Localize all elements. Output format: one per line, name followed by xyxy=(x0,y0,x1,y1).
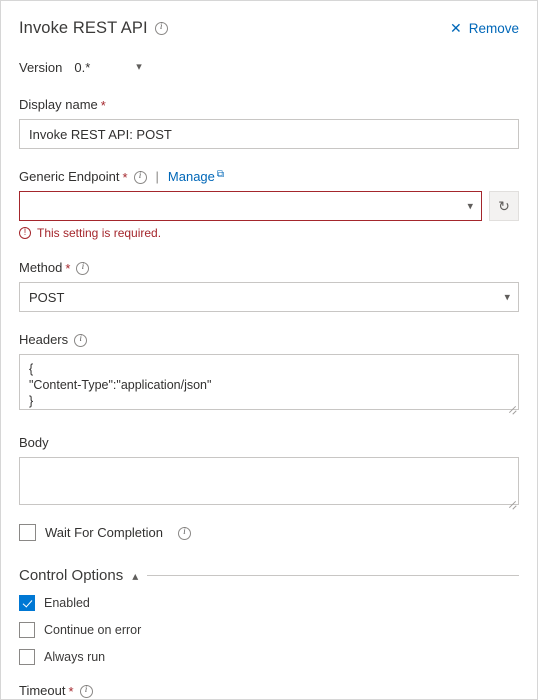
divider xyxy=(147,575,519,576)
method-label-row: Method * xyxy=(19,260,519,276)
manage-link[interactable]: Manage ⧉ xyxy=(168,169,224,185)
required-asterisk: * xyxy=(100,98,106,113)
title-group: Invoke REST API xyxy=(19,19,168,38)
refresh-icon: ↻ xyxy=(498,198,510,214)
method-value: POST xyxy=(29,289,65,305)
method-label: Method xyxy=(19,260,63,275)
headers-label: Headers xyxy=(19,332,69,347)
enabled-label: Enabled xyxy=(44,596,90,610)
generic-endpoint-label: Generic Endpoint xyxy=(19,169,120,184)
remove-button[interactable]: ✕ Remove xyxy=(450,21,519,36)
continue-on-error-checkbox[interactable] xyxy=(19,622,35,638)
version-value: 0.* xyxy=(74,59,91,75)
version-label: Version xyxy=(19,59,63,75)
wait-for-completion-label: Wait For Completion xyxy=(45,525,163,540)
chevron-up-icon[interactable]: ▴ xyxy=(132,570,138,582)
panel-header: Invoke REST API ✕ Remove xyxy=(19,15,519,41)
headers-textarea-wrap: { "Content-Type":"application/json" } xyxy=(19,354,519,415)
required-asterisk: * xyxy=(68,684,74,699)
wait-for-completion-checkbox[interactable] xyxy=(19,524,36,541)
control-options-title: Control Options xyxy=(19,567,124,584)
body-textarea[interactable] xyxy=(19,457,519,505)
headers-label-row: Headers xyxy=(19,332,519,348)
body-label-row: Body xyxy=(19,435,519,451)
external-link-icon: ⧉ xyxy=(216,169,225,180)
separator: | xyxy=(155,169,159,184)
control-options-header[interactable]: Control Options ▴ xyxy=(19,567,519,584)
display-name-field: Display name * xyxy=(19,97,519,149)
generic-endpoint-control-row: ▾ ↻ xyxy=(19,191,519,221)
enabled-checkbox[interactable] xyxy=(19,595,35,611)
timeout-field: Timeout * xyxy=(19,683,519,699)
chevron-down-icon[interactable]: ▾ xyxy=(136,61,142,73)
invoke-rest-api-task-panel: Invoke REST API ✕ Remove Version 0.* ▾ D… xyxy=(0,0,538,700)
method-field: Method * POST ▾ xyxy=(19,260,519,312)
close-icon: ✕ xyxy=(449,20,462,36)
display-name-input[interactable] xyxy=(19,119,519,149)
always-run-checkbox[interactable] xyxy=(19,649,35,665)
manage-label: Manage xyxy=(167,169,215,184)
method-select-wrap: POST ▾ xyxy=(19,282,519,312)
headers-field: Headers { "Content-Type":"application/js… xyxy=(19,332,519,415)
info-icon[interactable] xyxy=(76,262,90,275)
error-text: This setting is required. xyxy=(37,226,162,240)
timeout-label-row: Timeout * xyxy=(19,683,519,699)
info-icon[interactable] xyxy=(74,334,88,347)
body-field: Body xyxy=(19,435,519,510)
display-name-label-row: Display name * xyxy=(19,97,519,113)
remove-label: Remove xyxy=(468,20,519,36)
headers-textarea[interactable]: { "Content-Type":"application/json" } xyxy=(19,354,519,410)
wait-for-completion-row[interactable]: Wait For Completion xyxy=(19,524,519,541)
display-name-label: Display name xyxy=(19,97,98,112)
generic-endpoint-select[interactable] xyxy=(19,191,482,221)
body-textarea-wrap xyxy=(19,457,519,510)
enabled-row[interactable]: Enabled xyxy=(19,595,519,611)
info-icon[interactable] xyxy=(178,526,191,540)
timeout-label: Timeout xyxy=(19,683,66,698)
always-run-row[interactable]: Always run xyxy=(19,649,519,665)
body-label: Body xyxy=(19,435,49,450)
info-icon[interactable] xyxy=(154,22,168,35)
info-icon[interactable] xyxy=(133,171,147,184)
required-asterisk: * xyxy=(65,261,71,276)
method-select[interactable]: POST xyxy=(19,282,519,312)
continue-on-error-label: Continue on error xyxy=(44,623,142,637)
version-row: Version 0.* ▾ xyxy=(19,57,519,77)
error-icon xyxy=(19,227,31,239)
page-title: Invoke REST API xyxy=(19,18,148,37)
refresh-endpoints-button[interactable]: ↻ xyxy=(489,191,519,221)
generic-endpoint-error: This setting is required. xyxy=(19,226,519,240)
always-run-label: Always run xyxy=(44,650,106,664)
generic-endpoint-field: Generic Endpoint * | Manage ⧉ ▾ ↻ xyxy=(19,169,519,240)
required-asterisk: * xyxy=(122,170,128,185)
generic-endpoint-label-row: Generic Endpoint * | Manage ⧉ xyxy=(19,169,519,185)
continue-on-error-row[interactable]: Continue on error xyxy=(19,622,519,638)
generic-endpoint-select-wrap: ▾ xyxy=(19,191,482,221)
info-icon[interactable] xyxy=(79,685,93,698)
